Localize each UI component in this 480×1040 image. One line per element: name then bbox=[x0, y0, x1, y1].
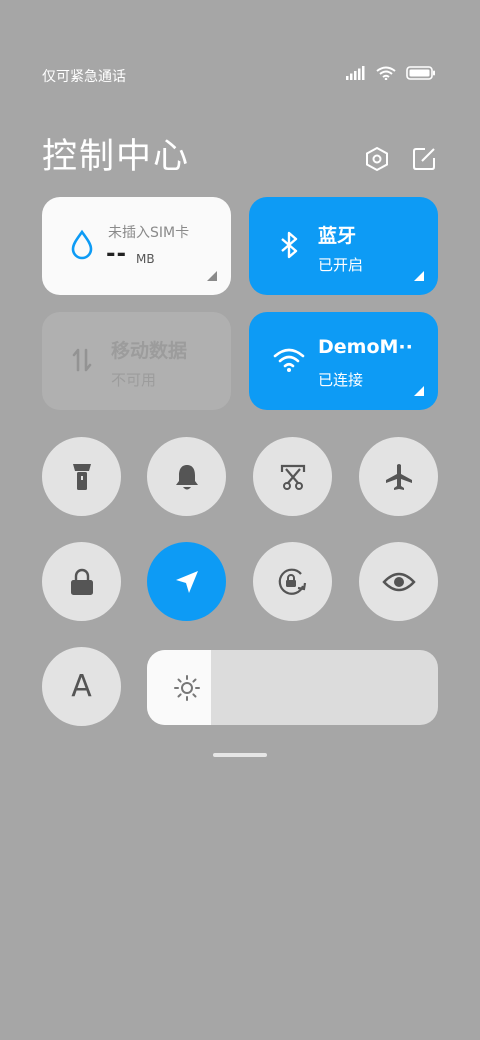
airplane-mode-button[interactable] bbox=[359, 437, 438, 516]
expand-corner-icon bbox=[207, 271, 217, 281]
brightness-slider[interactable] bbox=[147, 650, 438, 725]
lock-screen-button[interactable] bbox=[42, 542, 121, 621]
reading-mode-button[interactable] bbox=[359, 542, 438, 621]
status-bar: 仅可紧急通话 bbox=[0, 62, 480, 90]
wifi-label: DemoM·· bbox=[318, 336, 413, 358]
water-drop-icon bbox=[71, 229, 93, 260]
battery-icon bbox=[406, 66, 435, 80]
data-usage-tile[interactable]: 未插入SIM卡 -- MB bbox=[42, 197, 231, 295]
data-arrows-icon bbox=[72, 348, 92, 372]
bluetooth-icon bbox=[281, 231, 298, 259]
sun-icon bbox=[174, 675, 200, 701]
wifi-tile[interactable]: DemoM·· 已连接 bbox=[249, 312, 438, 410]
wifi-icon bbox=[273, 348, 305, 372]
status-icons bbox=[346, 66, 436, 80]
settings-button[interactable] bbox=[364, 146, 390, 172]
settings-icon bbox=[366, 146, 388, 172]
panel-handle[interactable] bbox=[213, 753, 267, 757]
bluetooth-label: 蓝牙 bbox=[318, 225, 357, 247]
wifi-status-icon bbox=[376, 66, 396, 80]
location-icon bbox=[175, 570, 198, 593]
font-size-button[interactable]: A bbox=[42, 647, 121, 726]
wifi-status: 已连接 bbox=[318, 371, 364, 389]
bell-icon bbox=[175, 464, 198, 489]
expand-corner-icon bbox=[414, 271, 424, 281]
edit-button[interactable] bbox=[411, 146, 437, 172]
location-button[interactable] bbox=[147, 542, 226, 621]
mobile-data-label: 移动数据 bbox=[111, 340, 188, 362]
bluetooth-status: 已开启 bbox=[318, 256, 364, 274]
bluetooth-tile[interactable]: 蓝牙 已开启 bbox=[249, 197, 438, 295]
signal-icon bbox=[346, 66, 365, 80]
data-unit: MB bbox=[136, 252, 155, 266]
sim-label: 未插入SIM卡 bbox=[108, 225, 190, 241]
screenshot-icon bbox=[280, 464, 305, 490]
rotation-lock-button[interactable] bbox=[253, 542, 332, 621]
mute-button[interactable] bbox=[147, 437, 226, 516]
data-value: -- bbox=[106, 241, 128, 267]
rotation-lock-icon bbox=[278, 568, 306, 595]
screenshot-button[interactable] bbox=[253, 437, 332, 516]
edit-icon bbox=[413, 148, 435, 170]
lock-icon bbox=[70, 568, 93, 595]
expand-corner-icon bbox=[414, 386, 424, 396]
mobile-data-tile[interactable]: 移动数据 不可用 bbox=[42, 312, 231, 410]
mobile-data-status: 不可用 bbox=[111, 371, 157, 389]
page-title: 控制中心 bbox=[42, 137, 191, 177]
carrier-text: 仅可紧急通话 bbox=[42, 69, 126, 85]
flashlight-icon bbox=[72, 463, 91, 490]
airplane-icon bbox=[385, 463, 412, 490]
font-icon: A bbox=[71, 669, 92, 704]
flashlight-button[interactable] bbox=[42, 437, 121, 516]
eye-icon bbox=[381, 572, 416, 591]
